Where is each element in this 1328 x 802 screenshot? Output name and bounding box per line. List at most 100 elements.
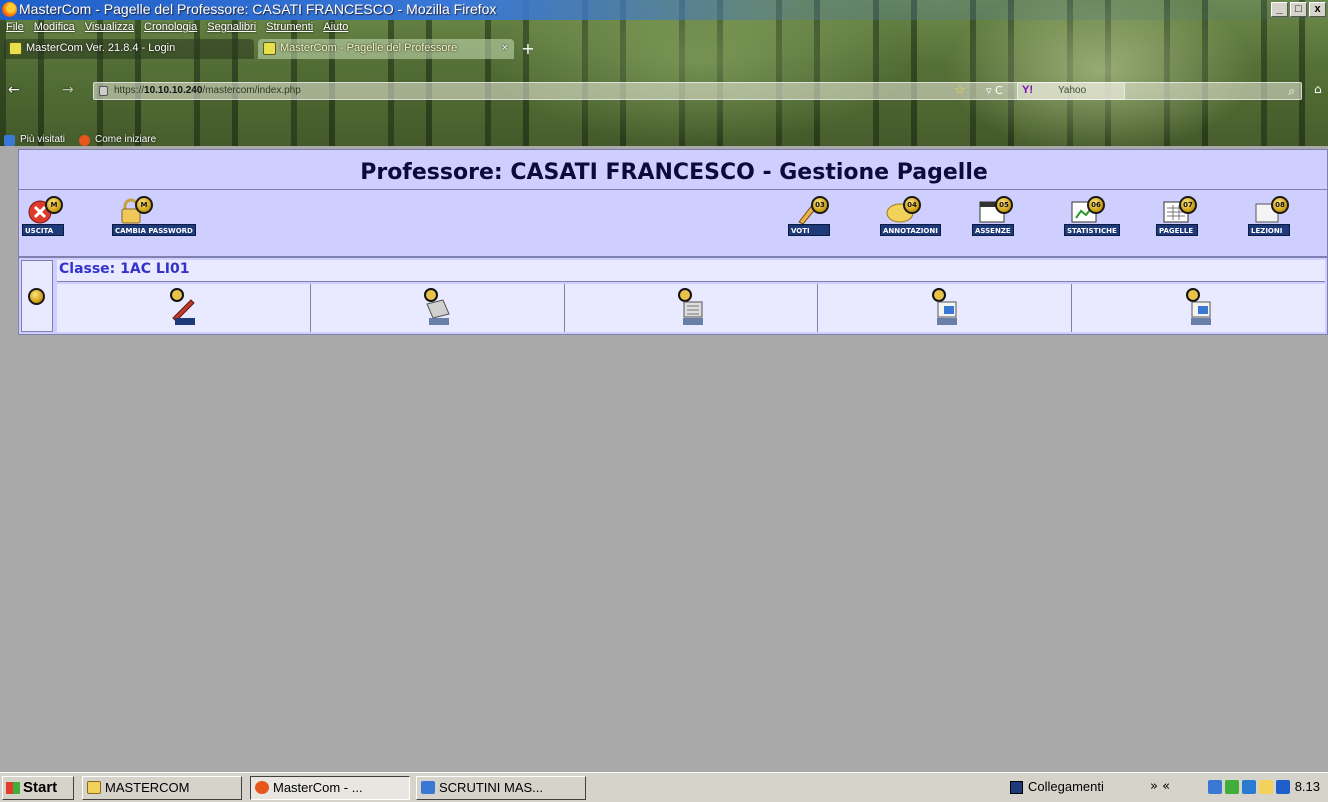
mastercom-favicon-icon [9, 42, 22, 55]
navigation-bar: ← → https://10.10.10.240/mastercom/index… [0, 60, 1328, 118]
registry-icon [677, 288, 703, 325]
search-icon[interactable]: ⌕ [1288, 84, 1295, 99]
statistiche-button[interactable]: 06 STATISTICHE [1063, 194, 1120, 250]
expand-icon[interactable] [28, 288, 45, 305]
close-tab-icon[interactable]: × [502, 39, 508, 58]
tab-bar: MasterCom Ver. 21.8.4 - Login MasterCom … [4, 39, 538, 59]
bookmark-label: Come iniziare [95, 134, 157, 145]
lock-icon [99, 86, 108, 96]
class-tools-row [57, 284, 1325, 332]
minimize-button[interactable]: _ [1271, 2, 1288, 17]
toolbar-label: CAMBIA PASSWORD [112, 224, 196, 236]
change-password-button[interactable]: M CAMBIA PASSWORD [111, 194, 196, 250]
shortcut-badge: 07 [1179, 196, 1197, 214]
notification-icon[interactable] [1259, 780, 1273, 794]
reload-icon[interactable]: ▿ C [986, 84, 1003, 97]
class-tool-voti[interactable] [57, 284, 311, 332]
class-title-row: Classe: 1AC LI01 [57, 260, 1325, 282]
tab-label: MasterCom Ver. 21.8.4 - Login [26, 42, 176, 54]
menu-file[interactable]: File [6, 21, 24, 37]
clock: 8.13 [1294, 779, 1320, 794]
firefox-icon [2, 2, 17, 17]
back-arrow-icon[interactable]: ← [8, 82, 20, 98]
tray-chevrons[interactable]: » « [1150, 776, 1170, 798]
new-tab-button[interactable]: + [518, 39, 538, 59]
taskbar-item-label: MASTERCOM [105, 780, 190, 795]
links-icon [1010, 781, 1023, 794]
menu-strumenti[interactable]: Strumenti [266, 21, 313, 37]
class-tool-registro[interactable] [564, 284, 819, 332]
final-table-icon [1185, 288, 1211, 325]
tab-login[interactable]: MasterCom Ver. 21.8.4 - Login [4, 39, 254, 59]
table-icon [931, 288, 957, 325]
tab-label: MasterCom - Pagelle del Professore [280, 42, 458, 54]
taskbar-item-firefox[interactable]: MasterCom - ... [250, 776, 410, 800]
pagelle-button[interactable]: 07 PAGELLE [1155, 194, 1211, 250]
menu-modifica[interactable]: Modifica [34, 21, 75, 37]
print-icon [424, 288, 450, 325]
security-icon[interactable] [1242, 780, 1256, 794]
window-title: MasterCom - Pagelle del Professore: CASA… [19, 1, 497, 17]
class-tool-tabellone[interactable] [818, 284, 1073, 332]
bookmark-star-icon[interactable]: ☆ [954, 83, 966, 98]
home-icon[interactable]: ⌂ [1314, 82, 1322, 96]
shortcut-badge: 05 [995, 196, 1013, 214]
taskbar-item-label: SCRUTINI MAS... [439, 780, 544, 795]
network-icon[interactable] [1208, 780, 1222, 794]
window-title-bar[interactable]: MasterCom - Pagelle del Professore: CASA… [0, 0, 1328, 20]
exit-button[interactable]: M USCITA [21, 194, 77, 250]
folder-icon [87, 781, 101, 794]
toolbar-label: ASSENZE [972, 224, 1014, 236]
class-tool-tabellone-finale[interactable] [1072, 284, 1325, 332]
close-button[interactable]: x [1309, 2, 1326, 17]
toolbar-label: ANNOTAZIONI [880, 224, 941, 236]
shortcut-badge: 04 [903, 196, 921, 214]
menu-bar: File Modifica Visualizza Cronologia Segn… [6, 21, 348, 37]
windows-logo-icon [6, 782, 20, 794]
shortcut-badge: 08 [1271, 196, 1289, 214]
edit-grades-icon [170, 288, 196, 325]
menu-cronologia[interactable]: Cronologia [144, 21, 197, 37]
page-title: Professore: CASATI FRANCESCO - Gestione … [19, 152, 1328, 190]
voti-button[interactable]: 03 VOTI [787, 194, 843, 250]
main-toolbar: M USCITA M CAMBIA PASSWORD 03 VOTI 04 AN… [19, 194, 1328, 254]
forward-arrow-icon[interactable]: → [62, 82, 74, 98]
yahoo-icon[interactable]: Y! [1022, 84, 1033, 96]
toolbar-label: USCITA [22, 224, 64, 236]
tab-pagelle[interactable]: MasterCom - Pagelle del Professore × [258, 39, 514, 59]
display-icon[interactable] [1276, 780, 1290, 794]
url-bar[interactable]: https://10.10.10.240/mastercom/index.php… [93, 82, 1125, 100]
search-placeholder: Yahoo [1058, 85, 1087, 96]
lezioni-button[interactable]: 08 LEZIONI [1247, 194, 1303, 250]
class-expand-cell [21, 260, 53, 332]
toolbar-label: PAGELLE [1156, 224, 1198, 236]
menu-aiuto[interactable]: Aiuto [323, 21, 348, 37]
menu-visualizza[interactable]: Visualizza [85, 21, 134, 37]
word-document-icon [421, 781, 435, 794]
links-toolbar[interactable]: Collegamenti [1010, 776, 1104, 800]
system-tray: Collegamenti » « 8.13 [1010, 776, 1326, 800]
assenze-button[interactable]: 05 ASSENZE [971, 194, 1027, 250]
menu-segnalibri[interactable]: Segnalibri [207, 21, 256, 37]
browser-chrome: MasterCom - Pagelle del Professore: CASA… [0, 0, 1328, 146]
annotazioni-button[interactable]: 04 ANNOTAZIONI [879, 194, 941, 250]
shortcut-badge: 03 [811, 196, 829, 214]
shortcut-badge: M [45, 196, 63, 214]
bookmark-label: Più visitati [20, 134, 66, 145]
shortcut-badge: M [135, 196, 153, 214]
taskbar: Start MASTERCOM MasterCom - ... SCRUTINI… [0, 772, 1328, 802]
class-tool-stampa[interactable] [310, 284, 565, 332]
maximize-button[interactable]: □ [1290, 2, 1307, 17]
update-icon[interactable] [1225, 780, 1239, 794]
start-label: Start [23, 779, 58, 796]
search-input[interactable]: Y! Yahoo ⌕ [1017, 82, 1302, 100]
class-name: Classe: 1AC LI01 [59, 261, 190, 277]
start-button[interactable]: Start [2, 776, 74, 800]
taskbar-item-mastercom-folder[interactable]: MASTERCOM [82, 776, 242, 800]
class-panel: Classe: 1AC LI01 [18, 257, 1328, 335]
header-band: Professore: CASATI FRANCESCO - Gestione … [18, 149, 1328, 257]
window-controls: _ □ x [1271, 2, 1326, 17]
toolbar-label: LEZIONI [1248, 224, 1290, 236]
taskbar-item-scrutini[interactable]: SCRUTINI MAS... [416, 776, 586, 800]
tray-icons [1208, 780, 1298, 796]
